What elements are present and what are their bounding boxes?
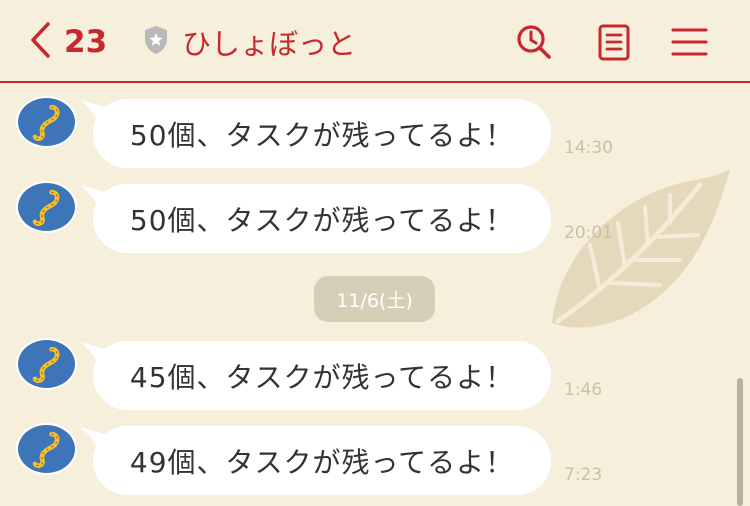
menu-icon[interactable]	[670, 22, 710, 62]
message-text: 50個、タスクが残ってるよ！	[129, 118, 515, 152]
back-button[interactable]: 23	[28, 22, 107, 62]
message-bubble[interactable]: 45個、タスクが残ってるよ！	[93, 341, 551, 410]
chevron-left-icon	[28, 20, 52, 64]
search-icon[interactable]	[514, 22, 554, 62]
scrollbar[interactable]	[737, 378, 743, 506]
bot-avatar[interactable]	[16, 423, 77, 475]
message-bubble[interactable]: 49個、タスクが残ってるよ！	[93, 426, 551, 495]
message-time: 14:30	[564, 138, 613, 158]
message-row: 50個、タスクが残ってるよ！ 20:01	[0, 181, 750, 271]
message-time: 20:01	[564, 223, 613, 243]
message-time: 1:46	[564, 380, 603, 400]
bot-avatar[interactable]	[16, 181, 77, 233]
message-time: 7:23	[564, 465, 603, 485]
date-separator: 11/6(土)	[314, 276, 435, 322]
page-title: ひしょぼっと	[182, 27, 357, 61]
room-title-area[interactable]: ひしょぼっと	[142, 22, 356, 62]
message-bubble[interactable]: 50個、タスクが残ってるよ！	[93, 184, 551, 253]
bot-avatar[interactable]	[16, 338, 77, 390]
message-row: 50個、タスクが残ってるよ！ 14:30	[0, 96, 750, 186]
shield-star-icon	[142, 24, 170, 60]
notes-icon[interactable]	[594, 22, 634, 62]
unread-count: 23	[64, 24, 108, 60]
message-text: 50個、タスクが残ってるよ！	[129, 203, 515, 237]
message-row: 45個、タスクが残ってるよ！ 1:46	[0, 338, 750, 428]
message-bubble[interactable]: 50個、タスクが残ってるよ！	[93, 99, 551, 168]
message-text: 45個、タスクが残ってるよ！	[129, 360, 515, 394]
message-text: 49個、タスクが残ってるよ！	[129, 445, 515, 479]
bot-avatar[interactable]	[16, 96, 77, 148]
message-row: 49個、タスクが残ってるよ！ 7:23	[0, 423, 750, 506]
chat-header: 23 ひしょぼっと	[0, 0, 750, 83]
